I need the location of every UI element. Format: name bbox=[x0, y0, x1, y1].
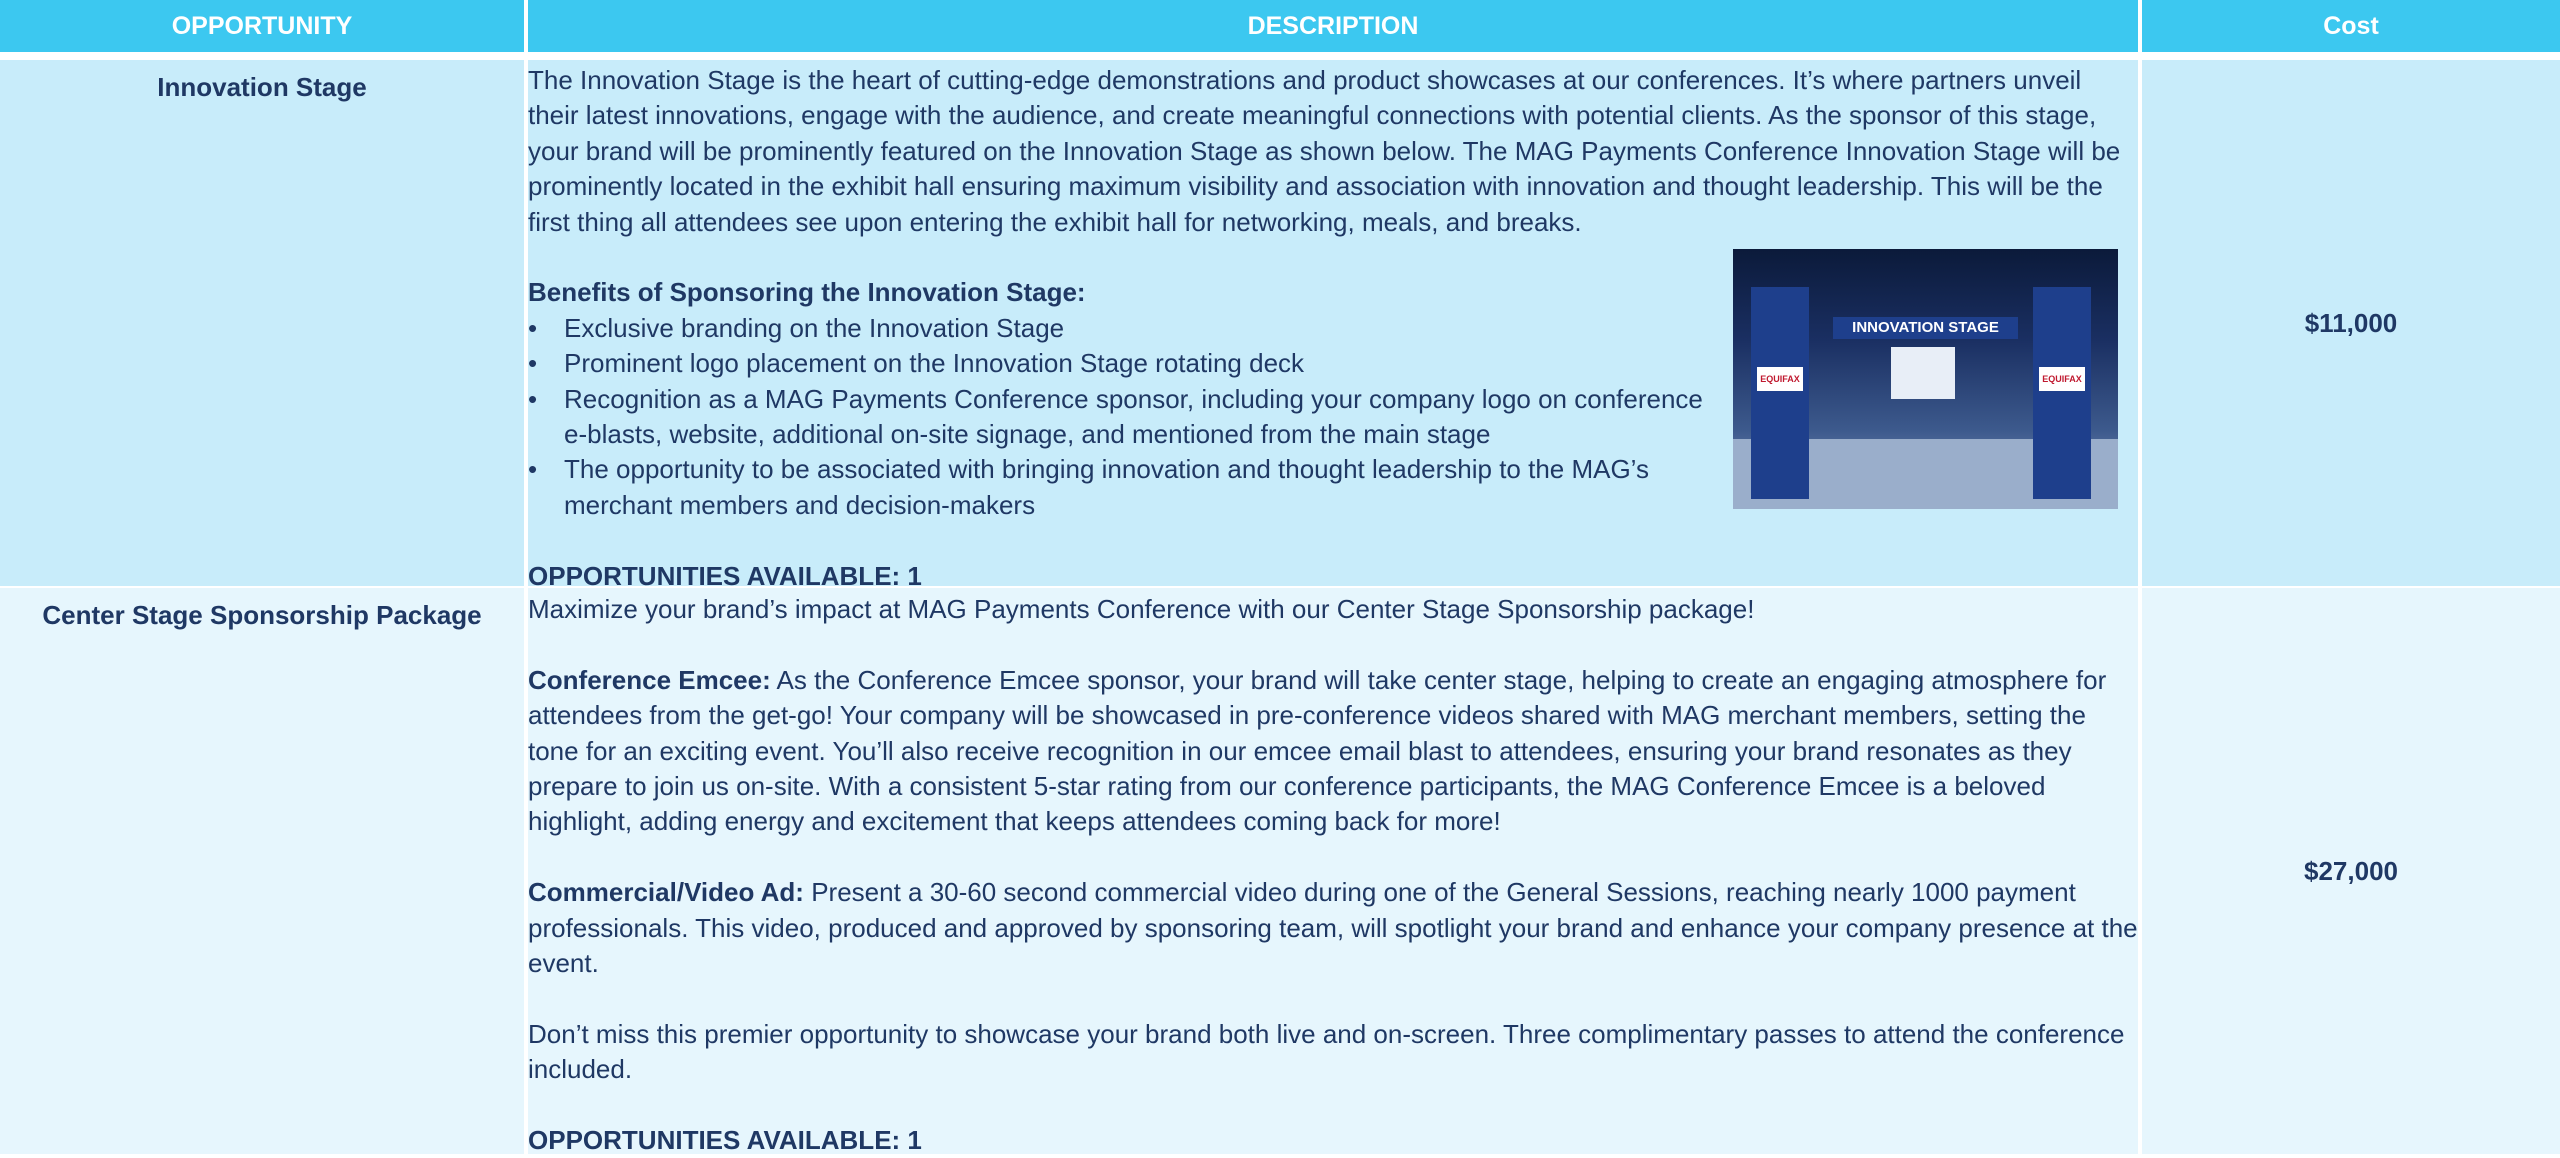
benefits-list: Exclusive branding on the Innovation Sta… bbox=[528, 311, 1708, 523]
video-label: Commercial/Video Ad: bbox=[528, 877, 804, 908]
opportunity-name: Center Stage Sponsorship Package bbox=[42, 600, 482, 630]
table-row-innovation-stage: Innovation Stage The Innovation Stage is… bbox=[0, 60, 2560, 591]
innovation-stage-photo: INNOVATION STAGE EQUIFAX EQUIFAX bbox=[1733, 249, 2118, 509]
sponsorship-table: OPPORTUNITY DESCRIPTION Cost Innovation … bbox=[0, 0, 2560, 1155]
photo-pillar-right bbox=[2033, 287, 2091, 499]
benefit-item: Prominent logo placement on the Innovati… bbox=[528, 346, 1708, 382]
benefit-item: Recognition as a MAG Payments Conference… bbox=[528, 382, 1708, 453]
cost-value: $27,000 bbox=[2304, 856, 2398, 886]
photo-sponsor-logo-left: EQUIFAX bbox=[1757, 367, 1803, 391]
header-opportunity: OPPORTUNITY bbox=[0, 0, 524, 52]
emcee-paragraph: Conference Emcee: As the Conference Emce… bbox=[528, 663, 2138, 840]
closing-paragraph: Don’t miss this premier opportunity to s… bbox=[528, 1018, 2125, 1085]
benefit-item: Exclusive branding on the Innovation Sta… bbox=[528, 311, 1708, 347]
video-paragraph: Commercial/Video Ad: Present a 30-60 sec… bbox=[528, 875, 2138, 981]
availability-text: OPPORTUNITIES AVAILABLE: 1 bbox=[528, 1125, 922, 1156]
photo-stage-screen bbox=[1891, 347, 1955, 399]
photo-sponsor-logo-right: EQUIFAX bbox=[2039, 367, 2085, 391]
opportunity-name: Innovation Stage bbox=[157, 72, 367, 102]
photo-pillar-left bbox=[1751, 287, 1809, 499]
table-row-center-stage: Center Stage Sponsorship Package Maximiz… bbox=[0, 588, 2560, 1155]
description-intro: The Innovation Stage is the heart of cut… bbox=[528, 65, 2121, 237]
benefit-item: The opportunity to be associated with br… bbox=[528, 452, 1708, 523]
header-cost: Cost bbox=[2142, 0, 2560, 52]
description-intro: Maximize your brand’s impact at MAG Paym… bbox=[528, 594, 1755, 624]
description-cell: Maximize your brand’s impact at MAG Paym… bbox=[528, 592, 2138, 1158]
cost-value: $11,000 bbox=[2304, 308, 2398, 338]
emcee-label: Conference Emcee: bbox=[528, 664, 771, 695]
header-description: DESCRIPTION bbox=[528, 0, 2138, 52]
photo-stage-banner: INNOVATION STAGE bbox=[1833, 317, 2018, 339]
